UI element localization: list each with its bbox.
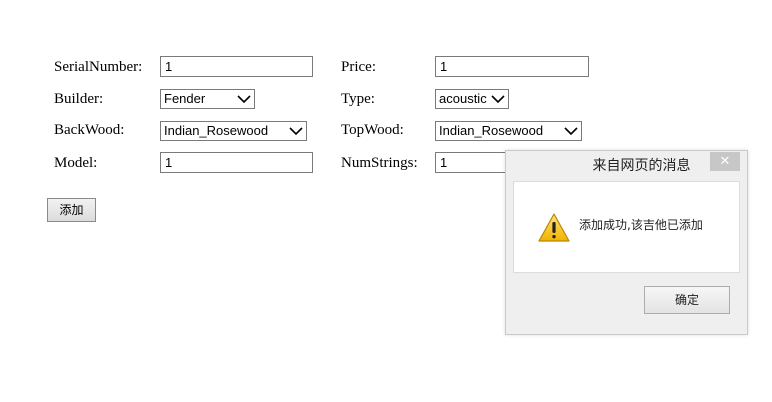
warning-icon bbox=[538, 213, 570, 242]
top-wood-select-value: Indian_Rosewood bbox=[439, 123, 544, 138]
serial-number-label: SerialNumber: bbox=[54, 59, 143, 75]
ok-button[interactable]: 确定 bbox=[644, 286, 730, 314]
serial-number-input[interactable]: 1 bbox=[160, 56, 313, 77]
type-select-value: acoustic bbox=[439, 91, 487, 106]
dialog-message: 添加成功,该吉他已添加 bbox=[579, 218, 703, 232]
chevron-down-icon bbox=[289, 127, 303, 136]
alert-dialog: 来自网页的消息 ✕ 添加成功,该吉他已添加 确定 bbox=[505, 150, 748, 335]
price-input[interactable]: 1 bbox=[435, 56, 589, 77]
chevron-down-icon bbox=[237, 95, 251, 104]
model-label: Model: bbox=[54, 155, 98, 171]
top-wood-label: TopWood: bbox=[341, 122, 404, 138]
num-strings-label: NumStrings: bbox=[341, 155, 418, 171]
type-select[interactable]: acoustic bbox=[435, 89, 509, 109]
add-button[interactable]: 添加 bbox=[47, 198, 96, 222]
price-label: Price: bbox=[341, 59, 376, 75]
back-wood-select-value: Indian_Rosewood bbox=[164, 123, 269, 138]
type-label: Type: bbox=[341, 91, 375, 107]
dialog-body: 添加成功,该吉他已添加 bbox=[513, 181, 740, 273]
model-input[interactable]: 1 bbox=[160, 152, 313, 173]
back-wood-label: BackWood: bbox=[54, 122, 125, 138]
chevron-down-icon bbox=[564, 127, 578, 136]
builder-label: Builder: bbox=[54, 91, 104, 107]
top-wood-select[interactable]: Indian_Rosewood bbox=[435, 121, 582, 141]
close-icon[interactable]: ✕ bbox=[710, 152, 740, 171]
chevron-down-icon bbox=[491, 95, 505, 104]
builder-select-value: Fender bbox=[164, 91, 206, 106]
back-wood-select[interactable]: Indian_Rosewood bbox=[160, 121, 307, 141]
builder-select[interactable]: Fender bbox=[160, 89, 255, 109]
